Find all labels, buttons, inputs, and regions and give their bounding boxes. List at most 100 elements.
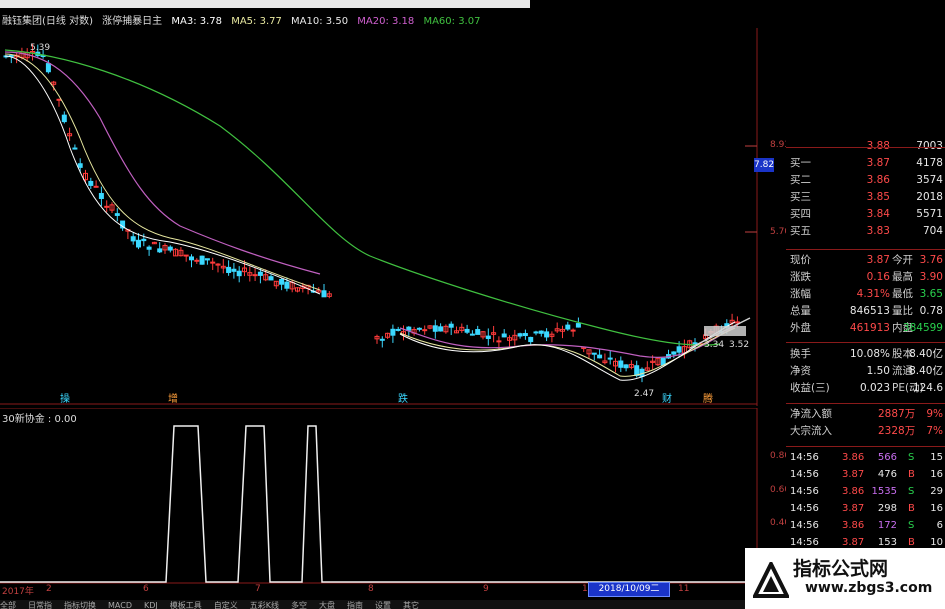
indicator-tabs[interactable]: 全部 日常指 指标切换 MACD KDJ 模板工具 自定义 五彩K线 多空 大盘 指南 设置 其它 <box>0 600 760 609</box>
low-annotation: 2.47 <box>634 389 655 399</box>
candle-body <box>204 258 210 261</box>
candle-body <box>61 114 67 123</box>
bid-row[interactable]: 买四 3.84 5571 <box>786 206 945 223</box>
candle-body <box>167 246 173 251</box>
quote-value: 4.31% <box>856 288 890 300</box>
tick-row: 14:56 3.86 566 S 15 <box>786 449 945 466</box>
bid-row[interactable]: 买三 3.85 2018 <box>786 189 945 206</box>
candle-body <box>114 213 120 216</box>
candle-body <box>517 333 523 337</box>
candle-body <box>189 256 194 261</box>
event-marker[interactable]: 腾 <box>703 390 713 405</box>
indicator-tab[interactable]: 模板工具 <box>170 601 202 609</box>
candle-body <box>634 365 640 376</box>
quote-label: 最高 <box>892 271 913 283</box>
candle-body <box>45 63 51 73</box>
ma-marker: 3.34 <box>704 340 725 350</box>
candle-body <box>136 239 141 248</box>
bid-row[interactable]: 买一 3.87 4178 <box>786 155 945 172</box>
candle-body <box>544 331 550 338</box>
event-marker[interactable]: 跌 <box>398 390 408 405</box>
indicator-tab[interactable]: 其它 <box>403 601 419 609</box>
indicator-tab[interactable]: 指标切换 <box>64 601 96 609</box>
candle-body <box>77 163 83 168</box>
candle-body <box>231 268 237 272</box>
candle-body <box>538 330 544 334</box>
indicator-tab[interactable]: 五彩K线 <box>250 601 279 609</box>
fundamental-row: 换手 10.08% 股本 8.40亿 <box>786 346 945 363</box>
tick-row: 14:56 3.86 172 S 6 <box>786 517 945 534</box>
candle-body <box>72 147 78 150</box>
bid-price: 3.83 <box>866 225 890 237</box>
tick-row: 14:56 3.87 298 B 16 <box>786 500 945 517</box>
tick-side: S <box>908 452 915 463</box>
fundamental-value: 1.50 <box>866 365 890 377</box>
ma-marker-2: 3.52 <box>729 340 750 350</box>
indicator-tab[interactable]: KDJ <box>144 601 158 609</box>
indicator-tab[interactable]: 设置 <box>375 601 391 609</box>
event-marker[interactable]: 增 <box>168 390 178 405</box>
tick-side: S <box>908 486 915 497</box>
tick-count: 6 <box>936 520 943 531</box>
flow-value: 2887万 <box>878 408 916 420</box>
panel-divider <box>786 446 945 447</box>
candle-body <box>226 266 232 273</box>
candle-body <box>533 331 539 334</box>
fundamental-label: 收益(三) <box>790 382 830 394</box>
indicator-tab[interactable]: 日常指 <box>28 601 52 609</box>
candle-body <box>88 180 94 186</box>
candlestick-chart[interactable] <box>0 28 760 406</box>
stock-title: 融钰集团(日线 对数) <box>2 16 93 27</box>
date-axis-label: 6 <box>143 584 149 594</box>
indicator-tab[interactable]: 多空 <box>291 601 307 609</box>
indicator-tab[interactable]: MACD <box>108 601 132 609</box>
quote-label: 现价 <box>790 254 811 266</box>
ma5-line <box>4 55 736 381</box>
tick-volume: 298 <box>877 503 897 514</box>
tick-volume: 172 <box>877 520 897 531</box>
indicator-tab[interactable]: 全部 <box>0 601 16 609</box>
tick-price: 3.86 <box>842 452 865 463</box>
quote-value: 3.65 <box>919 288 943 300</box>
bid-row[interactable]: 买二 3.86 3574 <box>786 172 945 189</box>
flow-pct: 7% <box>926 425 943 437</box>
bid-row[interactable]: 买五 3.83 704 <box>786 223 945 240</box>
tick-price: 3.86 <box>842 520 865 531</box>
event-marker[interactable]: 财 <box>662 390 672 405</box>
candle-body <box>98 193 104 199</box>
bid-label: 买一 <box>790 157 811 169</box>
fundamental-label: 换手 <box>790 348 811 360</box>
bid-price: 3.84 <box>866 208 890 220</box>
tick-price: 3.87 <box>842 469 865 480</box>
tick-count: 15 <box>930 452 943 463</box>
logo-icon <box>753 562 789 598</box>
candle-body <box>146 246 152 250</box>
candle-body <box>469 333 475 336</box>
quote-value: 3.87 <box>866 254 890 266</box>
candle-body <box>422 329 428 332</box>
indicator-tab[interactable]: 大盘 <box>319 601 335 609</box>
tick-volume: 476 <box>877 469 897 480</box>
fundamental-value: 8.40亿 <box>909 348 943 360</box>
candle-body <box>597 354 603 359</box>
event-marker[interactable]: 操 <box>60 390 70 405</box>
candle-body <box>104 205 110 208</box>
candle-body <box>141 238 147 242</box>
flow-row: 净流入额 2887万 9% <box>786 406 945 423</box>
candle-body <box>210 261 216 264</box>
top-toolbar[interactable] <box>0 0 530 8</box>
quote-row: 总量 846513 量比 0.78 <box>786 303 945 320</box>
indicator-tab[interactable]: 自定义 <box>214 601 238 609</box>
candle-body <box>570 329 576 332</box>
indicator-chart[interactable] <box>0 408 760 584</box>
candle-body <box>607 357 613 360</box>
ma10-line <box>4 53 736 377</box>
indicator-tab[interactable]: 指南 <box>347 601 363 609</box>
candle-body <box>268 276 274 281</box>
candle-body <box>464 328 470 333</box>
flow-label: 净流入额 <box>790 408 832 420</box>
candle-body <box>618 360 624 368</box>
flow-pct: 9% <box>926 408 943 420</box>
indicator-name[interactable]: 涨停捕暴日主 <box>102 16 162 27</box>
candle-body <box>575 323 581 328</box>
